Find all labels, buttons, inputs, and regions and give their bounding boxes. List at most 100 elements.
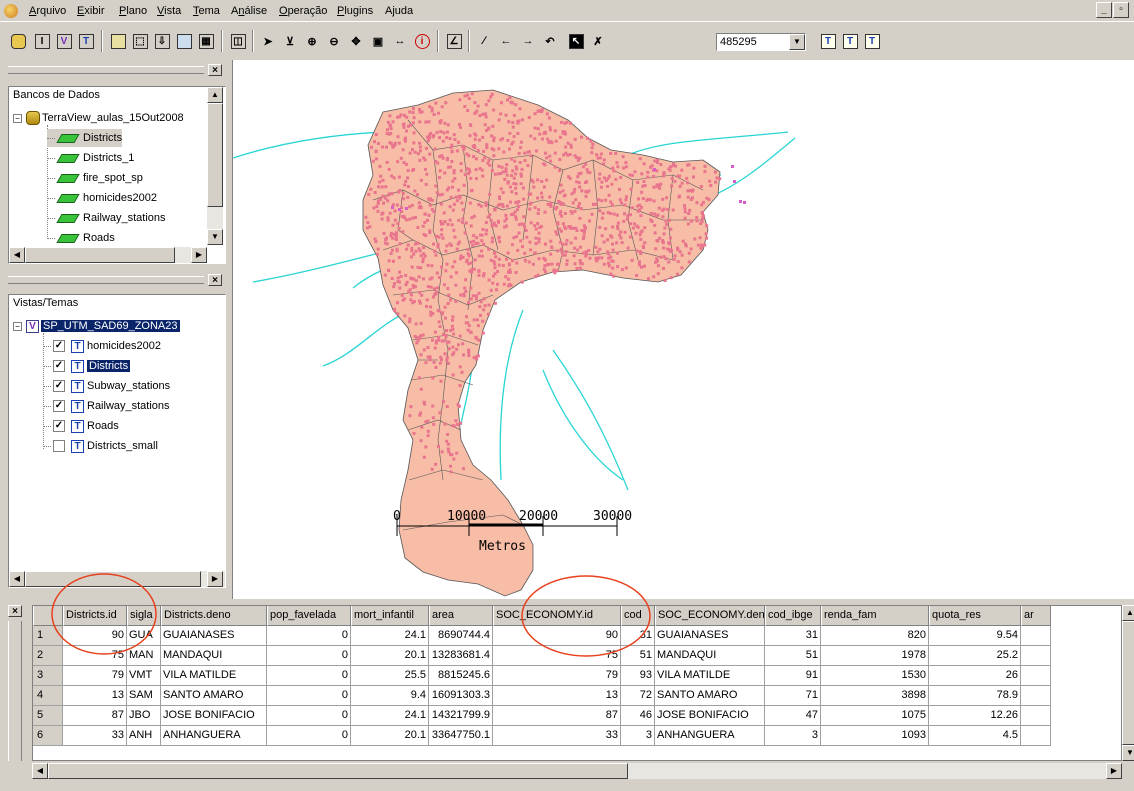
column-header[interactable]: area	[429, 606, 493, 626]
theme-item[interactable]: T Districts_small	[43, 437, 158, 455]
full-extent-icon[interactable]: ▣	[368, 31, 388, 51]
table-cell[interactable]: ANHANGUERA	[655, 726, 765, 746]
column-header[interactable]: cod	[621, 606, 655, 626]
column-header[interactable]: SOC_ECONOMY.id	[493, 606, 621, 626]
view-node[interactable]: − V SP_UTM_SAD69_ZONA23	[13, 317, 180, 335]
cursor-icon[interactable]: ↖	[566, 31, 586, 51]
table-cell[interactable]: 1530	[821, 666, 929, 686]
column-header[interactable]: quota_res	[929, 606, 1021, 626]
table-cell[interactable]: 9.54	[929, 626, 1021, 646]
theme-icon[interactable]: T	[76, 31, 96, 51]
table-cell[interactable]: 13	[493, 686, 621, 706]
table-cell[interactable]: 1075	[821, 706, 929, 726]
table-cell[interactable]: 26	[929, 666, 1021, 686]
text-theme-icon[interactable]: T	[818, 31, 838, 51]
table-cell[interactable]: 51	[621, 646, 655, 666]
chevron-down-icon[interactable]: ▼	[789, 34, 805, 50]
theme-visibility-checkbox[interactable]: ✓	[53, 400, 65, 412]
scroll-right-icon[interactable]: ▶	[207, 571, 223, 587]
menu-an-lise[interactable]: Análise	[228, 3, 270, 19]
table-cell[interactable]	[1021, 666, 1051, 686]
grid-icon[interactable]: ▦	[196, 31, 216, 51]
menu-plugins[interactable]: Plugins	[334, 3, 376, 19]
draw-icon[interactable]	[108, 31, 128, 51]
table-cell[interactable]: GUA	[127, 626, 161, 646]
theme-visibility-checkbox[interactable]: ✓	[53, 360, 65, 372]
table-cell[interactable]: 0	[267, 626, 351, 646]
table-cell[interactable]: 3898	[821, 686, 929, 706]
table-horizontal-scrollbar[interactable]: ◀ ▶	[32, 763, 1122, 779]
table-cell[interactable]: 3	[765, 726, 821, 746]
table-cell[interactable]: 25.2	[929, 646, 1021, 666]
table-cell[interactable]: GUAIANASES	[161, 626, 267, 646]
table-cell[interactable]: 4.5	[929, 726, 1021, 746]
table-cell[interactable]: MAN	[127, 646, 161, 666]
table-cell[interactable]: 14321799.9	[429, 706, 493, 726]
table-cell[interactable]: 71	[765, 686, 821, 706]
table-cell[interactable]: 72	[621, 686, 655, 706]
scroll-up-icon[interactable]: ▲	[1122, 605, 1134, 621]
table-icon[interactable]: ◫	[228, 31, 248, 51]
menu-arquivo[interactable]: Arquivo	[26, 3, 69, 19]
info-icon[interactable]: i	[412, 31, 432, 51]
layer-item[interactable]: homicides2002	[47, 189, 157, 207]
scale-combo[interactable]: 485295 ▼	[716, 33, 806, 51]
scroll-right-icon[interactable]: ▶	[1106, 763, 1122, 779]
row-header[interactable]: 3	[33, 666, 63, 686]
column-header[interactable]: cod_ibge	[765, 606, 821, 626]
collapse-icon[interactable]: −	[13, 321, 22, 331]
table-cell[interactable]: 79	[493, 666, 621, 686]
table-cell[interactable]: SANTO AMARO	[655, 686, 765, 706]
table-cell[interactable]	[1021, 706, 1051, 726]
text-format-icon[interactable]: T	[840, 31, 860, 51]
table-cell[interactable]: 93	[621, 666, 655, 686]
menu-vista[interactable]: Vista	[154, 3, 184, 19]
terraview-app-icon[interactable]	[4, 4, 18, 18]
table-cell[interactable]: 87	[63, 706, 127, 726]
collapse-icon[interactable]: −	[13, 113, 22, 123]
table-cell[interactable]: 33	[493, 726, 621, 746]
scroll-thumb[interactable]	[25, 247, 175, 263]
table-cell[interactable]: 1093	[821, 726, 929, 746]
pointer-icon[interactable]: ➤	[258, 31, 278, 51]
table-cell[interactable]: 820	[821, 626, 929, 646]
theme-item[interactable]: ✓ T Railway_stations	[43, 397, 170, 415]
table-cell[interactable]: 8690744.4	[429, 626, 493, 646]
scroll-down-icon[interactable]: ▼	[207, 229, 223, 245]
table-cell[interactable]: 8815245.6	[429, 666, 493, 686]
theme-item[interactable]: ✓ T Subway_stations	[43, 377, 170, 395]
table-cell[interactable]: 87	[493, 706, 621, 726]
table-cell[interactable]: ANHANGUERA	[161, 726, 267, 746]
forward-arrow-icon[interactable]: →	[518, 31, 538, 51]
theme-item[interactable]: ✓ T Roads	[43, 417, 119, 435]
table-cell[interactable]: 0	[267, 666, 351, 686]
close-icon[interactable]: ×	[208, 274, 222, 286]
table-cell[interactable]: 13283681.4	[429, 646, 493, 666]
table-cell[interactable]	[1021, 726, 1051, 746]
undo-icon[interactable]: ↶	[540, 31, 560, 51]
table-cell[interactable]: 46	[621, 706, 655, 726]
column-header[interactable]: SOC_ECONOMY.deno	[655, 606, 765, 626]
row-header[interactable]: 5	[33, 706, 63, 726]
menu-tema[interactable]: Tema	[190, 3, 223, 19]
table-cell[interactable]: 79	[63, 666, 127, 686]
table-corner[interactable]	[33, 606, 63, 626]
back-arrow-icon[interactable]: ←	[496, 31, 516, 51]
monitor-icon[interactable]	[174, 31, 194, 51]
table-cell[interactable]: 24.1	[351, 706, 429, 726]
scroll-left-icon[interactable]: ◀	[9, 247, 25, 263]
column-header[interactable]: ar	[1021, 606, 1051, 626]
table-cell[interactable]	[1021, 646, 1051, 666]
table-cell[interactable]: 25.5	[351, 666, 429, 686]
map-canvas[interactable]: 0 10000 20000 30000 Metros	[232, 60, 1134, 599]
delete-icon[interactable]: ✗	[588, 31, 608, 51]
table-cell[interactable]: VMT	[127, 666, 161, 686]
table-cell[interactable]: 0	[267, 686, 351, 706]
views-horizontal-scrollbar[interactable]: ◀ ▶	[9, 571, 225, 587]
layer-item[interactable]: Districts	[47, 129, 123, 147]
table-cell[interactable]: 3	[621, 726, 655, 746]
text-view-icon[interactable]: T	[862, 31, 882, 51]
theme-visibility-checkbox[interactable]: ✓	[53, 340, 65, 352]
theme-item[interactable]: ✓ T Districts	[43, 357, 131, 375]
table-cell[interactable]: 12.26	[929, 706, 1021, 726]
